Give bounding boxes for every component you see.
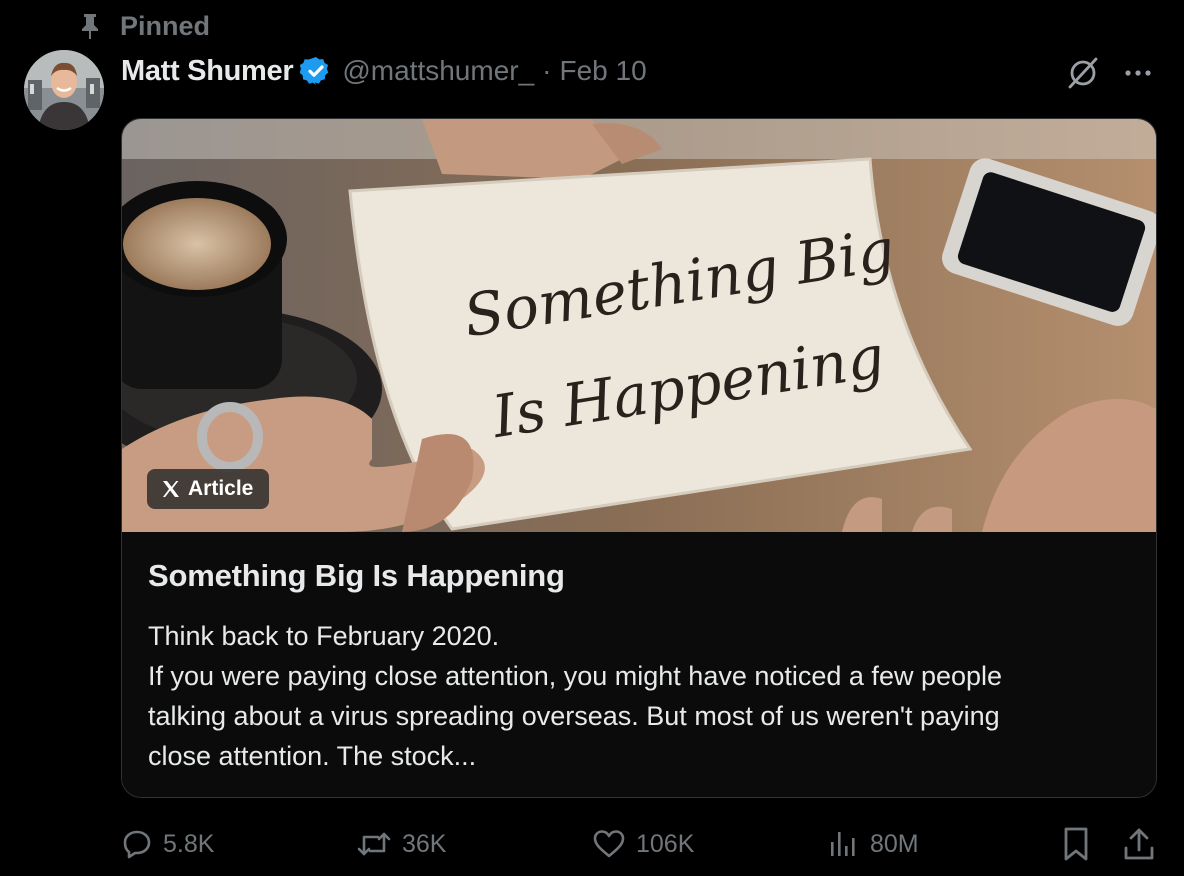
article-cover-image: Something Big Is Happening [122,119,1156,532]
author-handle[interactable]: @mattshumer_ [342,55,534,87]
share-icon[interactable] [1122,826,1156,862]
excerpt-line: Think back to February 2020. [148,621,500,651]
pinned-label: Pinned [120,10,211,41]
article-card[interactable]: Something Big Is Happening Article Somet… [121,118,1157,798]
avatar-image [24,50,104,130]
repost-button[interactable]: 36K [356,822,446,866]
x-logo-icon [163,481,179,497]
heart-icon [593,830,625,858]
reply-icon [123,830,151,859]
repost-icon [357,832,391,856]
views-button[interactable]: 80M [828,822,919,866]
excerpt-line: If you were paying close attention, you … [148,661,1003,691]
excerpt-line: talking about a virus spreading overseas… [148,701,1000,731]
analytics-icon [831,832,855,856]
views-count: 80M [870,829,919,858]
article-badge: Article [147,469,270,509]
like-button[interactable]: 106K [592,822,694,866]
more-options-icon[interactable] [1120,58,1156,88]
grok-icon[interactable] [1064,54,1102,92]
avatar[interactable] [24,50,104,130]
pinned-indicator: Pinned [78,8,210,44]
article-badge-label: Article [188,477,254,500]
reply-button[interactable]: 5.8K [121,822,214,866]
post-date[interactable]: Feb 10 [560,55,647,87]
repost-count: 36K [402,829,447,858]
pin-icon [82,14,98,39]
article-title: Something Big Is Happening [148,558,565,593]
article-card-body: Something Big Is Happening Think back to… [122,532,1156,797]
bookmark-icon[interactable] [1060,826,1092,862]
separator-dot: · [542,55,552,86]
author-name[interactable]: Matt Shumer [121,55,294,88]
excerpt-line: close attention. The stock... [148,741,477,771]
like-count: 106K [636,829,695,858]
article-excerpt: Think back to February 2020. If you were… [148,616,1138,776]
post-header: Matt Shumer @mattshumer_ · Feb 10 [121,50,647,92]
verified-badge-icon[interactable] [300,55,332,87]
pinned-post[interactable]: Pinned Matt Shumer @mattshumer_ · Feb 10 [0,0,1184,876]
reply-count: 5.8K [163,829,215,858]
